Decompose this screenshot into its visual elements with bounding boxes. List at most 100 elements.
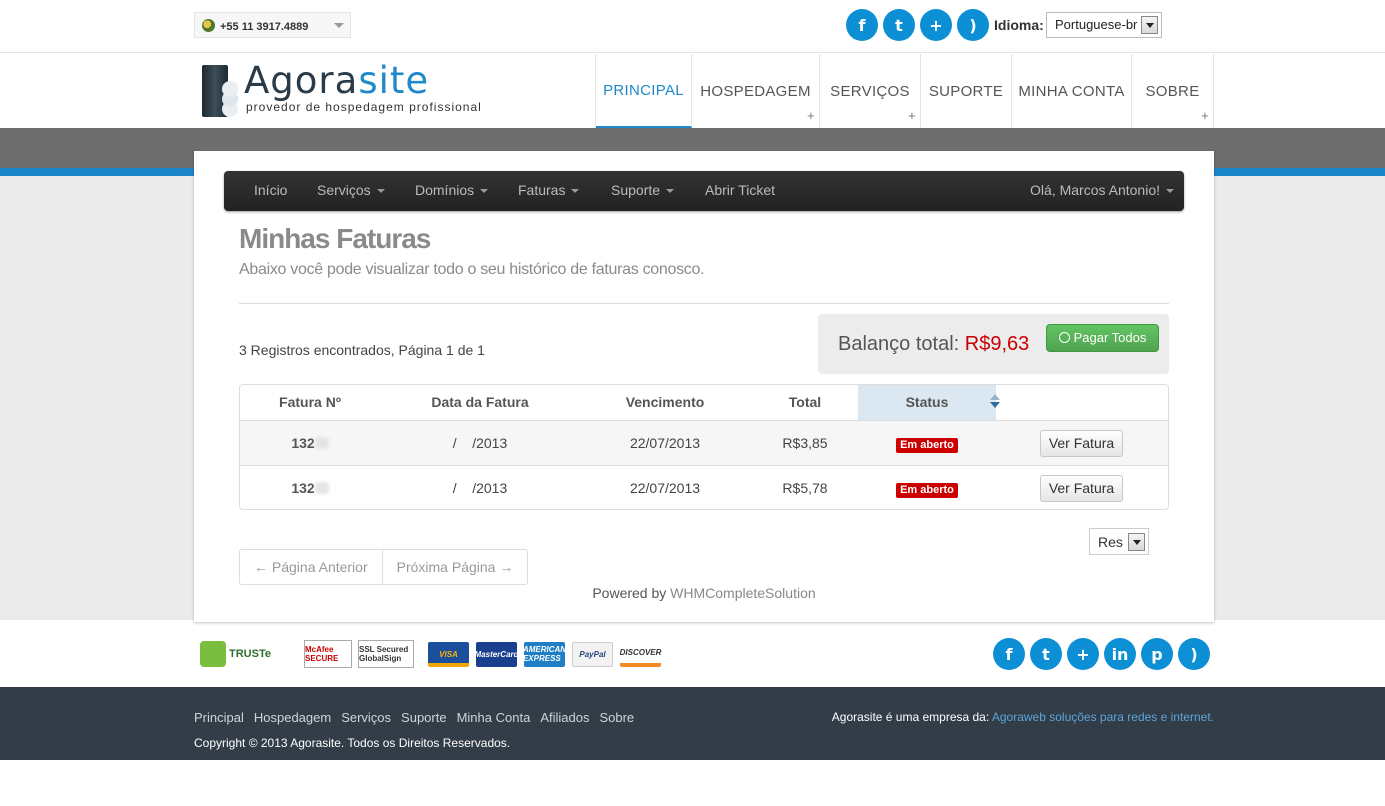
site-logo[interactable]: Agorasite provedor de hospedagem profiss…	[200, 59, 500, 119]
visa-card-icon: VISA	[428, 641, 469, 667]
column-header-date[interactable]: Data da Fatura	[380, 385, 580, 420]
server-icon	[202, 65, 238, 117]
footer-nav: Principal Hospedagem Serviços Suporte Mi…	[194, 710, 634, 725]
user-menu[interactable]: Olá, Marcos Antonio!	[1030, 171, 1174, 211]
status-cell: Em aberto	[858, 421, 996, 466]
table-row: 132 / /2013 22/07/2013 R$5,78 Em aberto …	[240, 465, 1168, 509]
client-nav-suporte[interactable]: Suporte	[611, 171, 675, 211]
plus-icon[interactable]: +	[920, 9, 952, 41]
amex-card-icon: AMERICAN EXPRESS	[523, 641, 566, 667]
discover-card-icon: DISCOVER	[620, 641, 661, 667]
main-nav: PRINCIPAL HOSPEDAGEM + SERVIÇOS + SUPORTE …	[595, 54, 1214, 128]
invoice-total: R$3,85	[782, 435, 828, 451]
footer-link-servicos[interactable]: Serviços	[341, 710, 391, 725]
logo-name: Agorasite	[244, 59, 430, 102]
invoice-due: 22/07/2013	[629, 480, 701, 496]
dropdown-arrow-icon[interactable]	[1128, 533, 1145, 551]
language-value: Portuguese-br	[1055, 17, 1138, 32]
view-invoice-button[interactable]: Ver Fatura	[1040, 430, 1123, 457]
next-page-button[interactable]: Próxima Página →	[381, 550, 528, 584]
caret-down-icon	[1166, 189, 1174, 193]
globalsign-badge[interactable]: SSL Secured GlobalSign	[358, 640, 414, 668]
page-title: Minhas Faturas	[239, 223, 431, 254]
expand-plus-icon: +	[1201, 108, 1209, 123]
client-nav-faturas[interactable]: Faturas	[518, 171, 580, 211]
column-header-status[interactable]: Status	[858, 385, 1000, 420]
content-card: Início Serviços Domínios Faturas Suporte…	[194, 151, 1214, 622]
truste-badge[interactable]: TRUSTe	[200, 640, 298, 668]
site-header: Agorasite provedor de hospedagem profiss…	[0, 54, 1385, 128]
column-header-number[interactable]: Fatura Nº	[240, 385, 380, 420]
powered-by: Powered by WHMCompleteSolution	[592, 585, 816, 601]
main-nav-sobre[interactable]: SOBRE +	[1132, 54, 1214, 128]
paypal-card-icon: PayPal	[572, 641, 613, 667]
expand-plus-icon: +	[908, 108, 916, 123]
phone-number: +55 11 3917.4889	[220, 21, 309, 33]
language-select[interactable]: Portuguese-br	[1046, 12, 1162, 38]
column-header-due[interactable]: Vencimento	[580, 385, 750, 420]
balance-text: Balanço total: R$9,63	[838, 333, 1029, 356]
facebook-icon[interactable]: f	[846, 9, 878, 41]
footer-link-minha-conta[interactable]: Minha Conta	[457, 710, 531, 725]
main-nav-principal[interactable]: PRINCIPAL	[596, 54, 692, 128]
truste-logo-icon	[200, 641, 226, 667]
previous-page-button[interactable]: ← Página Anterior	[240, 550, 382, 584]
footer-link-principal[interactable]: Principal	[194, 710, 244, 725]
footer-link-sobre[interactable]: Sobre	[599, 710, 634, 725]
facebook-icon[interactable]: f	[993, 638, 1025, 670]
company-info: Agorasite é uma empresa da: Agoraweb sol…	[831, 710, 1214, 724]
main-nav-minha-conta[interactable]: MINHA CONTA	[1012, 54, 1132, 128]
twitter-icon[interactable]: t	[883, 9, 915, 41]
balance-box: Balanço total: R$9,63 Pagar Todos	[818, 314, 1169, 374]
invoice-date: / /2013	[452, 480, 508, 496]
invoice-date: / /2013	[452, 435, 508, 451]
check-circle-icon	[1058, 332, 1070, 343]
footer-link-hospedagem[interactable]: Hospedagem	[254, 710, 331, 725]
footer-link-afiliados[interactable]: Afiliados	[540, 710, 589, 725]
linkedin-icon[interactable]: in	[1104, 638, 1136, 670]
main-nav-servicos[interactable]: SERVIÇOS +	[820, 54, 921, 128]
expand-plus-icon: +	[807, 108, 815, 123]
results-per-page-select[interactable]: Res	[1089, 528, 1149, 555]
caret-down-icon	[376, 189, 385, 193]
rss-icon[interactable]: )	[957, 9, 989, 41]
client-nav-servicos[interactable]: Serviços	[317, 171, 385, 211]
caret-down-icon	[666, 189, 675, 193]
invoices-table: Fatura Nº Data da Fatura Vencimento Tota…	[239, 384, 1169, 510]
view-invoice-button[interactable]: Ver Fatura	[1040, 475, 1123, 502]
trust-badges: TRUSTe McAfee SECURE SSL Secured GlobalS…	[200, 638, 668, 670]
client-nav-dominios[interactable]: Domínios	[415, 171, 489, 211]
balance-label: Balanço total:	[838, 333, 960, 355]
agoraweb-link[interactable]: Agoraweb soluções para redes e internet.	[992, 710, 1214, 724]
table-row: 132 / /2013 22/07/2013 R$3,85 Em aberto …	[240, 420, 1168, 466]
phone-selector[interactable]: +55 11 3917.4889	[194, 12, 351, 38]
whmcs-link[interactable]: WHMCompleteSolution	[670, 585, 816, 601]
social-links-top: f t + )	[846, 9, 989, 41]
balance-value: R$9,63	[964, 333, 1030, 355]
records-info: 3 Registros encontrados, Página 1 de 1	[239, 342, 485, 358]
column-header-total[interactable]: Total	[750, 385, 860, 420]
rss-icon[interactable]: )	[1178, 638, 1210, 670]
site-footer: Principal Hospedagem Serviços Suporte Mi…	[0, 687, 1385, 760]
caret-down-icon	[480, 189, 489, 193]
divider	[239, 303, 1169, 304]
plus-icon[interactable]: +	[1067, 638, 1099, 670]
top-bar: +55 11 3917.4889 f t + ) Idioma: Portugu…	[0, 0, 1385, 53]
mcafee-badge[interactable]: McAfee SECURE	[304, 640, 352, 668]
main-nav-hospedagem[interactable]: HOSPEDAGEM +	[692, 54, 820, 128]
mastercard-card-icon: MasterCard	[475, 641, 519, 667]
main-nav-suporte[interactable]: SUPORTE	[921, 54, 1012, 128]
globe-icon	[202, 19, 215, 32]
footer-link-suporte[interactable]: Suporte	[401, 710, 447, 725]
twitter-icon[interactable]: t	[1030, 638, 1062, 670]
client-nav-abrir-ticket[interactable]: Abrir Ticket	[705, 171, 775, 211]
social-links-bottom: f t + in p )	[993, 638, 1210, 670]
pay-all-button[interactable]: Pagar Todos	[1046, 324, 1159, 352]
invoice-number: 132	[240, 421, 380, 466]
client-nav-inicio[interactable]: Início	[254, 171, 287, 211]
invoice-number: 132	[240, 466, 380, 509]
logo-tagline: provedor de hospedagem profissional	[246, 100, 482, 114]
pinterest-icon[interactable]: p	[1141, 638, 1173, 670]
status-badge: Em aberto	[896, 438, 958, 453]
dropdown-arrow-icon[interactable]	[1141, 16, 1158, 34]
